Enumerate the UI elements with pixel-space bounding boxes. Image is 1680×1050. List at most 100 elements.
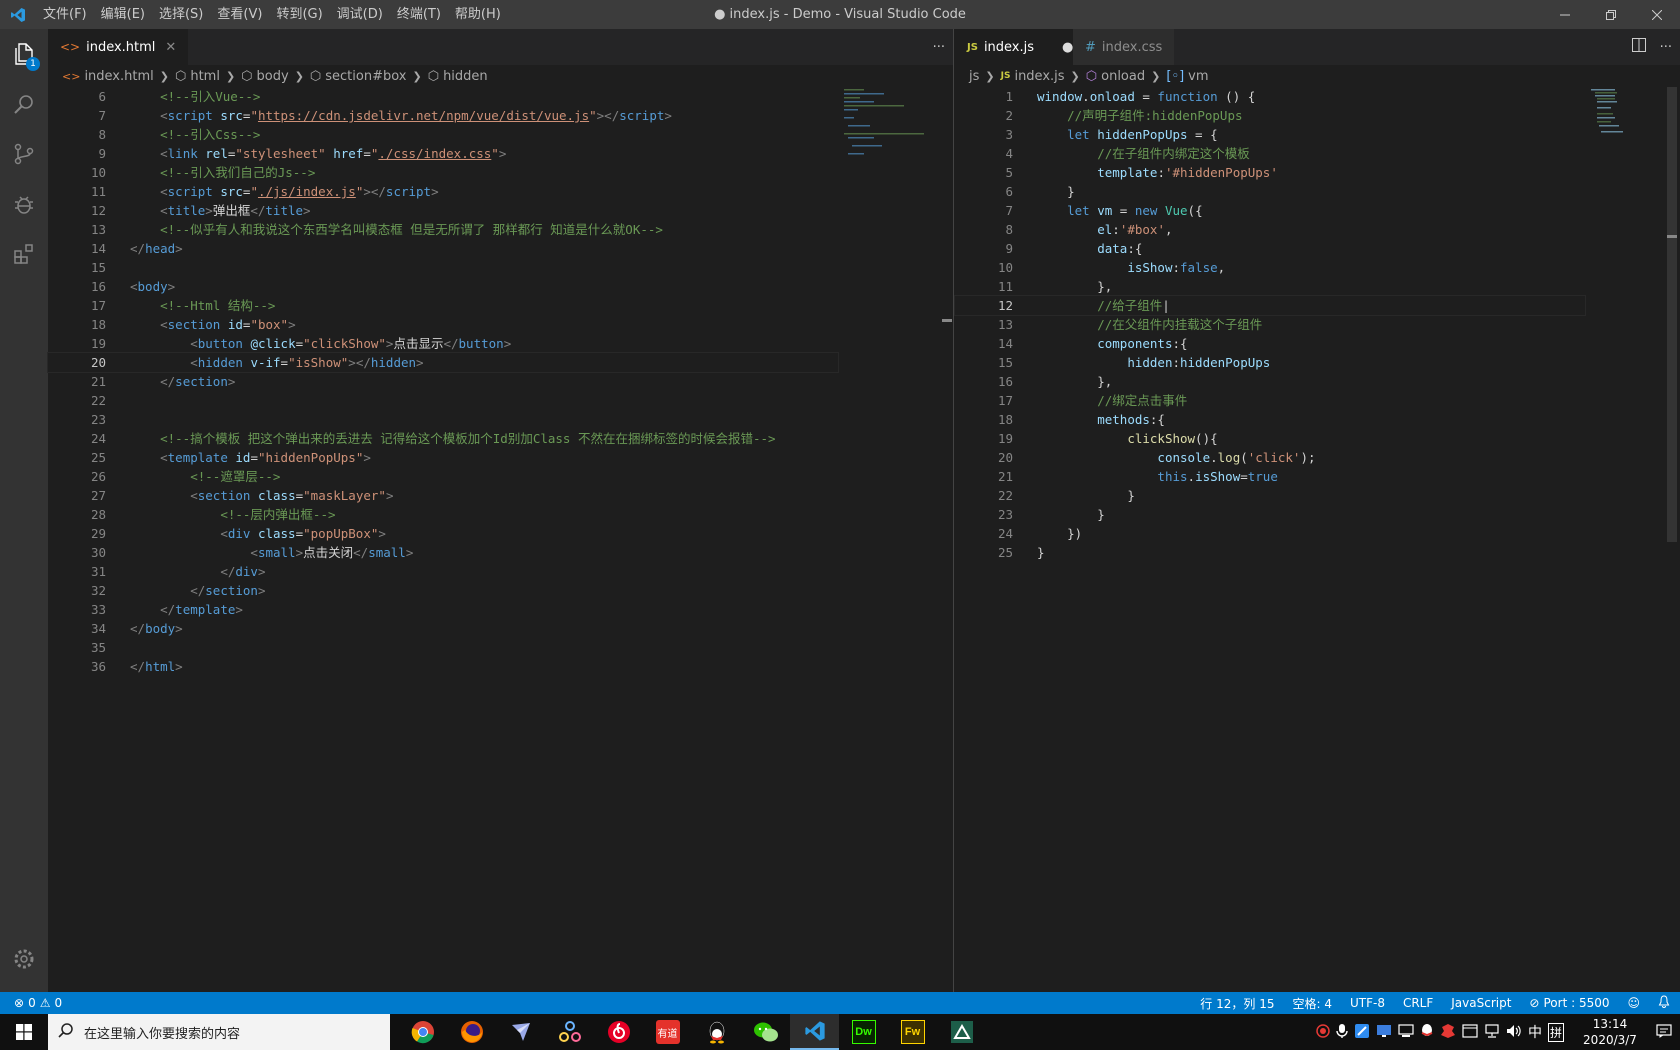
code-line[interactable]: 25} <box>955 543 1585 562</box>
breadcrumb-item[interactable]: hidden <box>443 69 488 84</box>
language-mode[interactable]: JavaScript <box>1451 996 1511 1010</box>
minimap-left[interactable] <box>840 87 930 992</box>
split-editor-icon[interactable] <box>1631 38 1646 56</box>
code-line[interactable]: 18 <section id="box"> <box>48 315 838 334</box>
end-of-line[interactable]: CRLF <box>1403 996 1433 1010</box>
code-line[interactable]: 28 <!--层内弹出框--> <box>48 505 838 524</box>
more-actions-icon[interactable]: ··· <box>933 40 945 55</box>
code-line[interactable]: 23 } <box>955 505 1585 524</box>
settings-gear-icon[interactable] <box>0 934 48 984</box>
live-server-port[interactable]: ⊘ Port : 5500 <box>1529 996 1609 1010</box>
code-line[interactable]: 15 <box>48 258 838 277</box>
code-line[interactable]: 2 //声明子组件:hiddenPopUps <box>955 106 1585 125</box>
indentation[interactable]: 空格: 4 <box>1292 995 1332 1012</box>
code-line[interactable]: 8 <!--引入Css--> <box>48 125 838 144</box>
taskbar-search-box[interactable]: 在这里输入你要搜索的内容 <box>48 1014 390 1050</box>
netease-music-icon[interactable] <box>594 1014 643 1050</box>
code-line[interactable]: 15 hidden:hiddenPopUps <box>955 353 1585 372</box>
menu-help[interactable]: 帮助(H) <box>448 0 508 29</box>
code-line[interactable]: 22 <box>48 391 838 410</box>
code-line[interactable]: 11 <script src="./js/index.js"></script> <box>48 182 838 201</box>
breadcrumb-item[interactable]: section#box <box>325 69 406 84</box>
monitor-icon[interactable] <box>1398 1023 1414 1041</box>
volume-icon[interactable] <box>1506 1024 1522 1041</box>
menu-view[interactable]: 查看(V) <box>210 0 269 29</box>
menu-edit[interactable]: 编辑(E) <box>94 0 152 29</box>
breadcrumb-item[interactable]: vm <box>1188 69 1208 84</box>
code-line[interactable]: 9 data:{ <box>955 239 1585 258</box>
scrollbar-left[interactable] <box>940 87 954 992</box>
security-icon[interactable] <box>1440 1023 1456 1042</box>
code-line[interactable]: 30 <small>点击关闭</small> <box>48 543 838 562</box>
chrome-icon[interactable] <box>398 1014 447 1050</box>
code-line[interactable]: 19 <button @click="clickShow">点击显示</butt… <box>48 334 838 353</box>
youdao-icon[interactable]: 有道 <box>643 1014 692 1050</box>
code-line[interactable]: 29 <div class="popUpBox"> <box>48 524 838 543</box>
network-app-icon[interactable] <box>545 1014 594 1050</box>
fireworks-icon[interactable]: Fw <box>888 1014 937 1050</box>
microphone-icon[interactable] <box>1336 1023 1348 1042</box>
code-line[interactable]: 7 <script src="https://cdn.jsdelivr.net/… <box>48 106 838 125</box>
code-line[interactable]: 32 </section> <box>48 581 838 600</box>
close-icon[interactable]: ✕ <box>165 40 176 55</box>
code-line[interactable]: 21 </section> <box>48 372 838 391</box>
code-line[interactable]: 10 <!--引入我们自己的Js--> <box>48 163 838 182</box>
code-line[interactable]: 18 methods:{ <box>955 410 1585 429</box>
clock[interactable]: 13:14 2020/3/7 <box>1570 1016 1650 1048</box>
tab-index-css[interactable]: # index.css <box>1073 29 1175 65</box>
window-icon[interactable] <box>1462 1023 1478 1041</box>
code-line[interactable]: 34 </body> <box>48 619 838 638</box>
code-line[interactable]: 8 el:'#box', <box>955 220 1585 239</box>
code-line[interactable]: 1 window.onload = function () { <box>955 87 1585 106</box>
code-line[interactable]: 20 <hidden v-if="isShow"></hidden> <box>47 352 839 373</box>
qq-icon[interactable] <box>692 1014 741 1050</box>
code-line[interactable]: 14 </head> <box>48 239 838 258</box>
code-line[interactable]: 36 </html> <box>48 657 838 676</box>
display-icon[interactable] <box>1376 1024 1392 1041</box>
code-line[interactable]: 19 clickShow(){ <box>955 429 1585 448</box>
bell-icon[interactable] <box>1658 995 1670 1011</box>
network-icon[interactable] <box>1484 1023 1500 1041</box>
more-actions-icon[interactable]: ··· <box>1660 40 1672 55</box>
green-app-icon[interactable] <box>937 1014 986 1050</box>
close-button[interactable] <box>1634 0 1680 29</box>
code-line[interactable]: 17 //绑定点击事件 <box>955 391 1585 410</box>
code-line[interactable]: 9 <link rel="stylesheet" href="./css/ind… <box>48 144 838 163</box>
code-line[interactable]: 13 <!--似乎有人和我说这个东西学名叫模态框 但是无所谓了 那样都行 知道是… <box>48 220 838 239</box>
code-line[interactable]: 25 <template id="hiddenPopUps"> <box>48 448 838 467</box>
minimize-button[interactable] <box>1542 0 1588 29</box>
code-line[interactable]: 20 console.log('click'); <box>955 448 1585 467</box>
code-line[interactable]: 12 //给子组件| <box>954 295 1586 316</box>
breadcrumb-item[interactable]: index.html <box>84 69 153 84</box>
breadcrumb-item[interactable]: body <box>257 69 289 84</box>
minimap-right[interactable] <box>1587 87 1677 992</box>
code-line[interactable]: 17 <!--Html 结构--> <box>48 296 838 315</box>
code-line[interactable]: 31 </div> <box>48 562 838 581</box>
extensions-icon[interactable] <box>0 229 48 279</box>
record-icon[interactable] <box>1316 1023 1330 1041</box>
cursor-position[interactable]: 行 12，列 15 <box>1200 995 1274 1012</box>
code-line[interactable]: 16 }, <box>955 372 1585 391</box>
code-line[interactable]: 11 }, <box>955 277 1585 296</box>
problems-indicator[interactable]: ⊗ 0 ⚠ 0 <box>14 996 62 1010</box>
debug-icon[interactable] <box>0 179 48 229</box>
menu-selection[interactable]: 选择(S) <box>152 0 210 29</box>
ime-mode[interactable]: 拼 <box>1547 1022 1564 1042</box>
code-line[interactable]: 5 template:'#hiddenPopUps' <box>955 163 1585 182</box>
wechat-icon[interactable] <box>741 1014 790 1050</box>
code-line[interactable]: 23 <box>48 410 838 429</box>
code-line[interactable]: 33 </template> <box>48 600 838 619</box>
code-line[interactable]: 21 this.isShow=true <box>955 467 1585 486</box>
breadcrumb-item[interactable]: index.js <box>1014 69 1064 84</box>
encoding[interactable]: UTF-8 <box>1350 996 1385 1010</box>
code-line[interactable]: 16 <body> <box>48 277 838 296</box>
code-line[interactable]: 27 <section class="maskLayer"> <box>48 486 838 505</box>
code-editor-right[interactable]: 1 window.onload = function () {2 //声明子组件:… <box>954 87 1586 562</box>
ime-language[interactable]: 中 <box>1528 1022 1542 1042</box>
vscode-taskbar-icon[interactable] <box>790 1014 839 1050</box>
menu-go[interactable]: 转到(G) <box>269 0 329 29</box>
scrollbar-right[interactable] <box>1665 87 1679 992</box>
code-line[interactable]: 10 isShow:false, <box>955 258 1585 277</box>
start-button[interactable] <box>0 1014 48 1050</box>
menu-debug[interactable]: 调试(D) <box>330 0 390 29</box>
